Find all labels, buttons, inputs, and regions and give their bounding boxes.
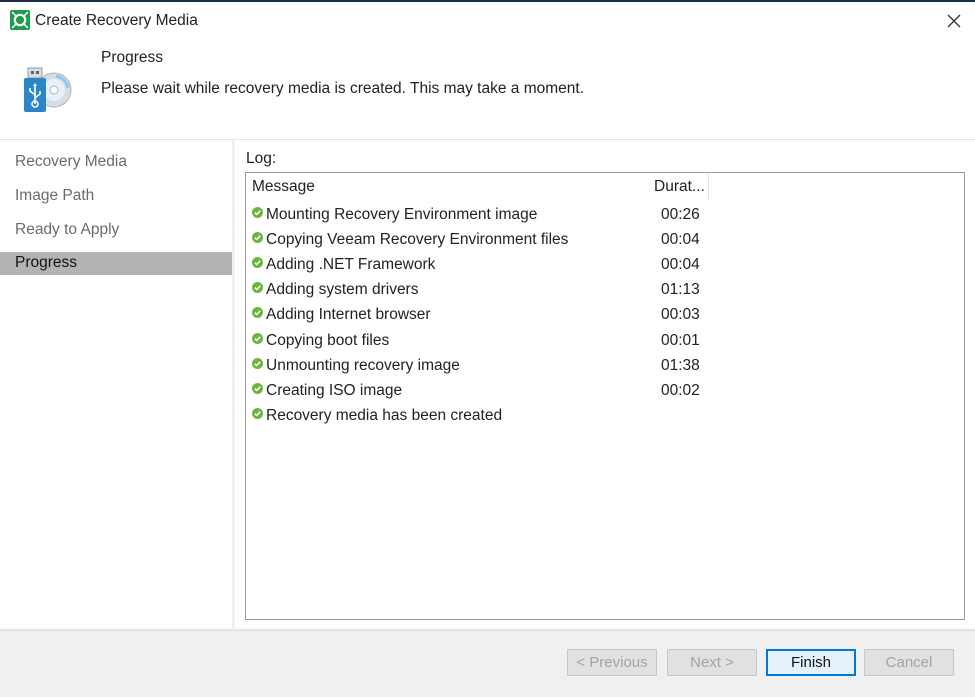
column-header-message[interactable]: Message — [252, 173, 648, 201]
step-progress[interactable]: Progress — [0, 252, 232, 275]
step-label: Image Path — [15, 187, 95, 204]
page-description: Please wait while recovery media is crea… — [101, 80, 584, 97]
log-message: Recovery media has been created — [266, 407, 503, 424]
log-row: Unmounting recovery image 01:38 — [246, 353, 962, 378]
log-label: Log: — [246, 150, 277, 167]
log-row: Creating ISO image 00:02 — [246, 378, 962, 403]
log-message: Adding Internet browser — [266, 306, 431, 323]
green-check-icon — [252, 207, 263, 218]
log-duration: 00:03 — [661, 306, 700, 323]
green-check-icon — [252, 257, 263, 268]
log-row: Recovery media has been created — [246, 403, 962, 428]
log-duration: 01:13 — [661, 281, 700, 298]
log-row: Adding system drivers 01:13 — [246, 277, 962, 302]
title-bar: Create Recovery Media — [0, 2, 975, 40]
step-label: Recovery Media — [15, 153, 127, 170]
log-message: Copying boot files — [266, 332, 390, 349]
main-content: Log: Message Durat... Mounting Recovery … — [235, 140, 975, 628]
log-duration: 00:26 — [661, 206, 700, 223]
log-message: Creating ISO image — [266, 382, 403, 399]
green-check-icon — [252, 307, 263, 318]
log-row: Adding Internet browser 00:03 — [246, 302, 962, 327]
green-check-icon — [252, 408, 263, 419]
green-check-icon — [252, 333, 263, 344]
step-image-path[interactable]: Image Path — [0, 185, 232, 208]
window-title: Create Recovery Media — [35, 12, 198, 29]
log-duration: 00:04 — [661, 231, 700, 248]
log-message: Unmounting recovery image — [266, 357, 460, 374]
finish-button[interactable]: Finish — [766, 649, 856, 676]
log-row: Copying Veeam Recovery Environment files… — [246, 227, 962, 252]
step-label: Ready to Apply — [15, 221, 120, 238]
green-check-icon — [252, 232, 263, 243]
log-duration: 00:02 — [661, 382, 700, 399]
wizard-header: Progress Please wait while recovery medi… — [0, 40, 975, 140]
cancel-button[interactable]: Cancel — [864, 649, 954, 676]
log-duration: 00:04 — [661, 256, 700, 273]
usb-disc-icon — [24, 67, 72, 112]
step-recovery-media[interactable]: Recovery Media — [0, 151, 232, 174]
page-title: Progress — [101, 49, 164, 66]
column-header-duration[interactable]: Durat... — [652, 173, 709, 201]
log-duration: 01:38 — [661, 357, 700, 374]
log-row: Adding .NET Framework 00:04 — [246, 252, 962, 277]
green-check-icon — [252, 282, 263, 293]
button-bar: < Previous Next > Finish Cancel — [0, 630, 975, 697]
log-message: Adding .NET Framework — [266, 256, 436, 273]
close-icon[interactable] — [941, 8, 967, 34]
log-row: Copying boot files 00:01 — [246, 328, 962, 353]
log-row: Mounting Recovery Environment image 00:2… — [246, 202, 962, 227]
log-list[interactable]: Message Durat... Mounting Recovery Envir… — [245, 172, 965, 620]
log-duration: 00:01 — [661, 332, 700, 349]
log-message: Adding system drivers — [266, 281, 419, 298]
next-button[interactable]: Next > — [667, 649, 757, 676]
log-message: Mounting Recovery Environment image — [266, 206, 538, 223]
wizard-steps-sidebar: Recovery Media Image Path Ready to Apply… — [0, 140, 232, 628]
step-label: Progress — [15, 254, 78, 271]
log-message: Copying Veeam Recovery Environment files — [266, 231, 569, 248]
veeam-logo-icon — [10, 10, 30, 30]
previous-button[interactable]: < Previous — [567, 649, 657, 676]
green-check-icon — [252, 358, 263, 369]
green-check-icon — [252, 383, 263, 394]
step-ready-to-apply[interactable]: Ready to Apply — [0, 219, 232, 242]
